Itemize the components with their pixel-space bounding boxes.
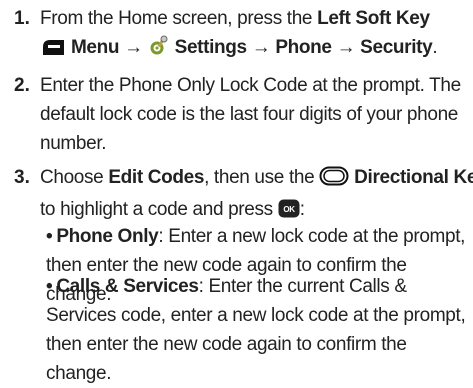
ok-key-label: OK [283,205,295,214]
arrow: → [336,37,356,58]
step-text: Enter the Phone Only Lock Code at the pr… [40,75,461,154]
arrow: → [251,37,271,58]
colon: : [299,199,305,220]
bullet-label: Calls & Services [56,276,199,297]
step-text: From the Home screen, press the Left Sof… [40,4,471,65]
settings-label: Settings [174,37,248,58]
bullet-marker: • [46,276,53,297]
step-number: 2. [14,75,30,96]
period: . [432,37,438,58]
step-text-part: , then use the [204,167,320,188]
instructions-document: 1. From the Home screen, press the Left … [0,0,473,384]
security-label: Security [360,37,433,58]
settings-icon [148,34,170,65]
bullet-marker: • [46,226,53,247]
bullet-calls-services: • Calls & Services: Enter the current Cal… [46,272,471,388]
step-text-part: From the Home screen, press the [40,8,318,29]
step-number: 1. [14,8,30,29]
bullet-label: Phone Only [56,226,159,247]
step-text-part: Choose [40,167,109,188]
phone-label: Phone [275,37,332,58]
directional-key-label: Directional Key [354,167,473,188]
menu-label: Menu [70,37,120,58]
step-text: Choose Edit Codes, then use the Directio… [40,163,473,227]
edit-codes-label: Edit Codes [108,167,205,188]
arrow: → [124,37,143,58]
directional-key-icon [319,166,349,195]
step-number: 3. [14,167,30,188]
step-text-part: to highlight a code and press [40,199,278,220]
left-soft-key-label: Left Soft Key [317,8,430,29]
left-soft-key-icon [40,36,66,65]
